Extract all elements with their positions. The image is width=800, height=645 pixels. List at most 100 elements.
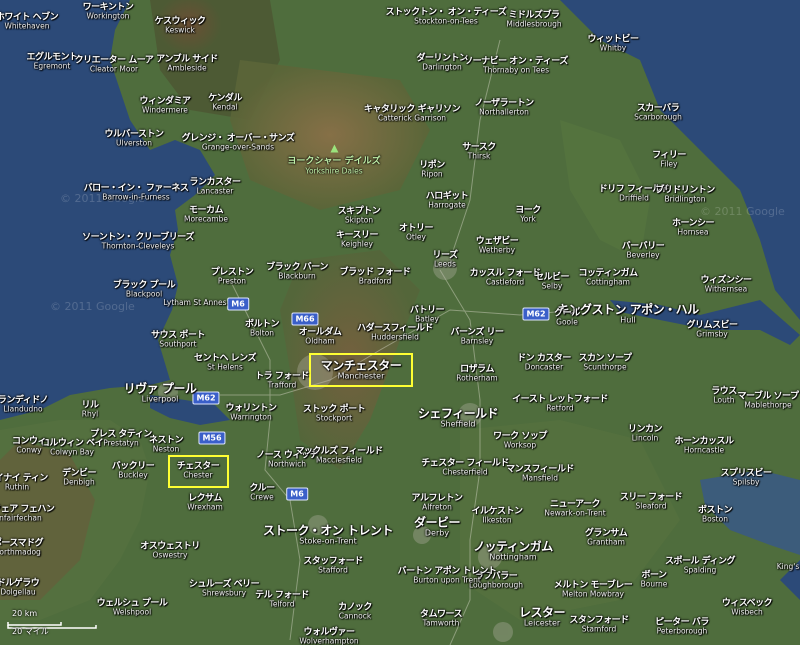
place-label-middlesbrough[interactable]: ミドルズブラ Middlesbrough <box>506 10 561 28</box>
place-label-spilsby[interactable]: スプリスビー Spilsby <box>720 468 772 486</box>
place-label-dolgellau[interactable]: ドルゲラウ Dolgellau <box>0 578 40 596</box>
place-label-filey[interactable]: フィリー Filey <box>652 150 686 168</box>
place-label-leicester[interactable]: レスター Leicester <box>519 606 566 628</box>
place-label-telford[interactable]: テル フォード Telford <box>255 590 309 608</box>
place-label-whitehaven[interactable]: ホワイト ヘブン Whitehaven <box>0 12 59 30</box>
place-label-stockton[interactable]: ストックトン・ オン・ティーズ Stockton-on-Tees <box>386 7 507 25</box>
place-label-wolverhampton[interactable]: ウォルヴァー Wolverhampton <box>299 627 358 645</box>
place-label-buckley[interactable]: バックリー Buckley <box>112 461 155 479</box>
place-label-withernsea[interactable]: ウィズンシー Withernsea <box>700 275 752 293</box>
place-label-ripon[interactable]: リポン Ripon <box>419 160 445 178</box>
place-label-shrewsbury[interactable]: シュルーズ ベリー Shrewsbury <box>189 579 260 597</box>
place-label-crewe[interactable]: クルー Crewe <box>249 483 275 501</box>
place-label-ruthin[interactable]: ライナイ ティンRuthin <box>0 473 48 491</box>
place-label-rhyl[interactable]: リル Rhyl <box>81 400 99 418</box>
place-label-trafford[interactable]: トラ フォード Trafford <box>255 371 309 389</box>
place-label-kings[interactable]: King's <box>777 563 800 571</box>
place-label-southport[interactable]: サウス ポート Southport <box>151 330 205 348</box>
place-label-rotherham[interactable]: ロザラム Rotherham <box>456 364 497 382</box>
place-label-thirsk[interactable]: サースク Thirsk <box>462 142 496 160</box>
place-label-beverley[interactable]: バーバリー Beverley <box>622 241 665 259</box>
place-label-leeds[interactable]: リーズ Leeds <box>432 250 458 268</box>
place-label-welshpool[interactable]: ウェルシュ プール Welshpool <box>97 598 168 616</box>
place-label-newark[interactable]: ニューアーク Newark-on-Trent <box>544 499 605 517</box>
place-label-oldham[interactable]: オールダム Oldham <box>299 327 342 345</box>
place-label-wrexham[interactable]: レクサム Wrexham <box>187 493 223 511</box>
place-label-spalding[interactable]: スポール ディング Spalding <box>665 556 736 574</box>
place-label-denbigh[interactable]: デンビー Denbigh <box>62 468 97 486</box>
place-label-york[interactable]: ヨーク York <box>515 205 541 223</box>
place-label-ilkeston[interactable]: イルケストン Ilkeston <box>471 506 523 524</box>
place-label-oswestry[interactable]: オスウェストリ Oswestry <box>140 541 200 559</box>
place-label-tamworth[interactable]: タムワース Tamworth <box>420 609 463 627</box>
place-label-goole[interactable]: グール Goole <box>554 308 580 326</box>
place-label-neston[interactable]: ネストン Neston <box>149 435 184 453</box>
place-label-nottingham[interactable]: ノッティンガム Nottingham <box>473 540 553 562</box>
place-label-windermere[interactable]: ウィンダミア Windermere <box>139 96 191 114</box>
place-label-worksop[interactable]: ワーク ソップ Worksop <box>493 431 547 449</box>
place-label-chester[interactable]: チェスター Chester <box>177 461 220 479</box>
place-label-derby[interactable]: ダービー Derby <box>414 516 461 538</box>
place-label-liverpool[interactable]: リヴァ プール Liverpool <box>124 382 197 404</box>
place-label-selby[interactable]: セルビー Selby <box>535 272 570 290</box>
place-label-bolton[interactable]: ボルトン Bolton <box>245 319 280 337</box>
place-label-whitby[interactable]: ウィットビー Whitby <box>587 34 639 52</box>
place-label-harrogate[interactable]: ハロギット Harrogate <box>426 191 469 209</box>
place-label-colwynbay[interactable]: コルウィン ベイ Colwyn Bay <box>41 438 104 456</box>
place-label-stafford[interactable]: スタッフォード Stafford <box>303 556 363 574</box>
place-label-scunthorpe[interactable]: スカン ソープ Scunthorpe <box>578 353 632 371</box>
place-label-porthmadog[interactable]: ポースマドグPorthmadog <box>0 538 44 556</box>
place-label-llanfairfechan[interactable]: ランフェア フェハンLlanfairfechan <box>0 504 55 522</box>
place-label-wetherby[interactable]: ウェザビー Wetherby <box>476 236 519 254</box>
place-label-ambleside[interactable]: アンブル サイド Ambleside <box>156 54 218 72</box>
place-label-blackburn[interactable]: ブラック バーン Blackburn <box>266 262 328 280</box>
place-label-catterick[interactable]: キャタリック ギャリソン Catterick Garrison <box>364 104 461 122</box>
place-label-lancaster[interactable]: ランカスター Lancaster <box>189 177 241 195</box>
place-label-burton[interactable]: バートン アポン トレント Burton upon Trent <box>398 566 497 584</box>
place-label-conwy[interactable]: コンウィ Conwy <box>12 436 47 454</box>
place-label-sheffield[interactable]: シェフィールド Sheffield <box>418 407 499 429</box>
place-label-egremont[interactable]: エグルモント Egremont <box>26 52 78 70</box>
place-label-ulverston[interactable]: ウルバーストン Ulverston <box>104 129 164 147</box>
place-label-bridlington[interactable]: ブリドリントン Bridlington <box>655 185 715 203</box>
place-label-blackpool[interactable]: ブラック プール Blackpool <box>113 280 176 298</box>
place-label-kendal[interactable]: ケンダル Kendal <box>208 93 242 111</box>
place-label-barnsley[interactable]: バーンズ リー Barnsley <box>450 327 504 345</box>
place-label-llandudno[interactable]: ランディドノ Llandudno <box>0 395 49 413</box>
place-label-grange[interactable]: グレンジ・ オーバー・サンズ Grange-over-Sands <box>182 133 295 151</box>
place-label-louth[interactable]: ラウス Louth <box>711 386 737 404</box>
place-label-mansfield[interactable]: マンスフィールド Mansfield <box>506 464 574 482</box>
place-label-stockport[interactable]: ストック ポート Stockport <box>303 404 366 422</box>
place-label-keswick[interactable]: ケスウィック Keswick <box>154 16 206 34</box>
place-label-wisbech[interactable]: ウィスベック Wisbech <box>722 598 773 616</box>
place-label-morecambe[interactable]: モーカム Morecambe <box>184 205 228 223</box>
place-label-scarborough[interactable]: スカーバラ Scarborough <box>634 103 682 121</box>
place-label-grantham[interactable]: グランサム Grantham <box>585 528 628 546</box>
place-label-barrow[interactable]: バロー・イン・ ファーネス Barrow-in-Furness <box>84 183 189 201</box>
place-label-alfreton[interactable]: アルフレトン Alfreton <box>412 493 463 511</box>
place-label-darlington[interactable]: ダーリントン Darlington <box>416 53 468 71</box>
place-label-cottingham[interactable]: コッティンガム Cottingham <box>579 268 638 286</box>
place-label-workington[interactable]: ワーキントン Workington <box>83 2 134 20</box>
place-label-warrington[interactable]: ウォリントン Warrington <box>225 403 277 421</box>
place-label-cannock[interactable]: カノック Cannock <box>338 602 372 620</box>
place-label-peterborough[interactable]: ピーター バラ Peterborough <box>655 617 709 635</box>
place-label-melton[interactable]: メルトン モーブレー Melton Mowbray <box>554 580 633 598</box>
place-label-macclesfield[interactable]: マックルズ フィールド Macclesfield <box>295 446 383 464</box>
place-label-horncastle[interactable]: ホーンカッスル Horncastle <box>674 436 734 454</box>
place-label-thornton[interactable]: ソーントン・ クリーブリーズ Thornton-Cleveleys <box>82 232 194 250</box>
place-label-castleford[interactable]: カッスル フォード Castleford <box>470 268 541 286</box>
place-label-preston[interactable]: プレストン Preston <box>211 267 254 285</box>
place-label-lincoln[interactable]: リンカン Lincoln <box>628 424 663 442</box>
place-label-bradford[interactable]: ブラッド フォード Bradford <box>340 267 411 285</box>
place-label-sleaford[interactable]: スリー フォード Sleaford <box>620 492 683 510</box>
place-label-doncaster[interactable]: ドン カスター Doncaster <box>517 353 571 371</box>
national-park-label[interactable]: ヨークシャー デイルズ Yorkshire Dales <box>287 144 381 176</box>
place-label-manchester[interactable]: マンチェスター Manchester <box>321 359 402 381</box>
place-label-boston[interactable]: ボストン Boston <box>698 505 733 523</box>
place-label-retford[interactable]: イースト レットフォード Retford <box>512 394 608 412</box>
place-label-lytham[interactable]: Lytham St Annes <box>163 299 226 307</box>
place-label-grimsby[interactable]: グリムスビー Grimsby <box>686 320 738 338</box>
place-label-thornaby[interactable]: ソーナビー オン・ティーズ Thornaby on Tees <box>464 56 568 74</box>
place-label-northallerton[interactable]: ノーザラートン Northallerton <box>474 98 534 116</box>
